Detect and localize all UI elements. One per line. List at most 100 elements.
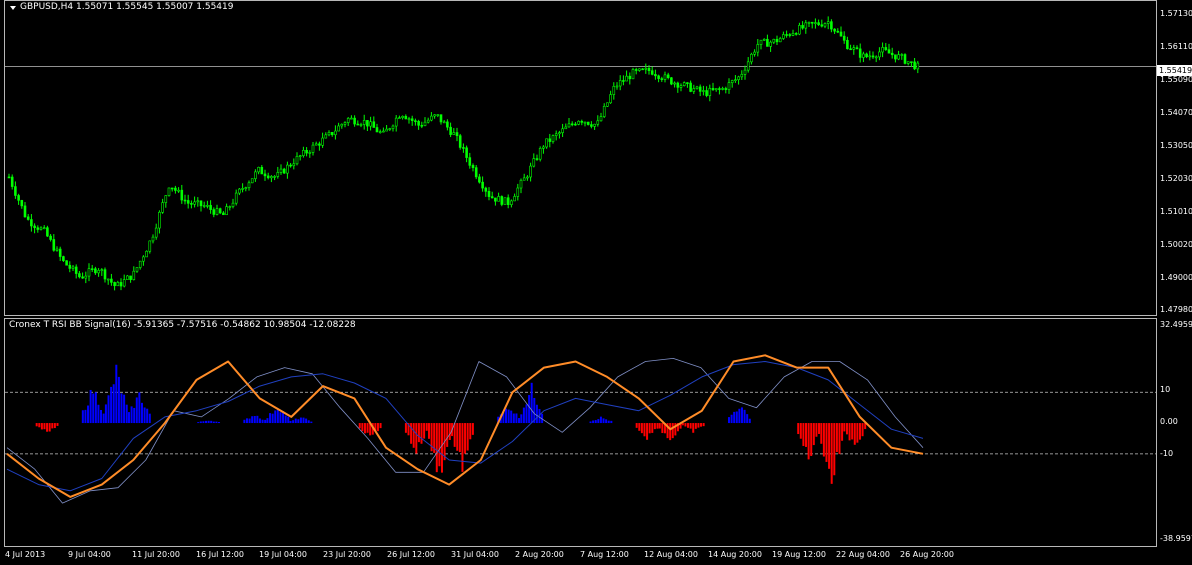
candle-body xyxy=(542,146,545,149)
candle-body xyxy=(766,38,769,47)
candle-body xyxy=(394,117,398,127)
histogram-bar xyxy=(589,421,592,424)
candle-body xyxy=(740,74,744,78)
candle-body xyxy=(702,90,705,92)
candle-body xyxy=(737,76,740,80)
histogram-bar xyxy=(284,415,287,424)
candle-body xyxy=(452,132,456,135)
histogram-bar xyxy=(279,412,282,424)
candle-body xyxy=(52,239,56,251)
candle-body xyxy=(510,200,513,205)
histogram-bar xyxy=(520,414,523,424)
histogram-bar xyxy=(207,420,210,424)
candle-body xyxy=(807,21,811,24)
price-axis-label: 1.57130 xyxy=(1160,9,1192,18)
price-axis-label: 1.54070 xyxy=(1160,108,1192,117)
histogram-bar xyxy=(697,423,700,428)
histogram-bar xyxy=(833,423,836,476)
candle-body xyxy=(730,80,734,83)
candle-body xyxy=(676,82,680,88)
candle-body xyxy=(756,44,760,53)
time-axis-label: 26 Jul 12:00 xyxy=(387,550,435,559)
histogram-bar xyxy=(89,389,92,424)
histogram-bar xyxy=(404,423,407,433)
histogram-bar xyxy=(810,423,813,457)
candle-body xyxy=(679,85,683,88)
candle-body xyxy=(71,266,75,269)
time-axis-label: 2 Aug 20:00 xyxy=(515,550,564,559)
histogram-bar xyxy=(35,423,38,427)
candle-body xyxy=(234,192,238,204)
candle-body xyxy=(177,189,180,192)
histogram-bar xyxy=(135,397,138,424)
candle-body xyxy=(609,94,612,104)
candle-body xyxy=(218,208,222,214)
histogram-bar xyxy=(297,419,300,424)
histogram-bar xyxy=(376,423,379,432)
time-axis-label: 9 Jul 04:00 xyxy=(68,550,111,559)
candle-body xyxy=(628,75,632,80)
candle-body xyxy=(372,121,376,128)
histogram-bar xyxy=(215,421,218,424)
candle-body xyxy=(305,150,308,154)
candle-body xyxy=(391,125,395,129)
candle-body xyxy=(484,187,488,192)
histogram-bar xyxy=(266,418,269,424)
histogram-bar xyxy=(94,392,97,424)
candle-body xyxy=(378,131,382,133)
candle-body xyxy=(548,138,552,142)
histogram-bar xyxy=(258,418,261,424)
histogram-bar xyxy=(127,412,130,424)
candle-body xyxy=(478,176,481,183)
candle-body xyxy=(497,196,500,202)
candle-body xyxy=(343,122,347,125)
candle-body xyxy=(615,85,619,88)
candle-body xyxy=(145,250,148,258)
candle-body xyxy=(206,205,209,207)
histogram-bar xyxy=(689,423,692,429)
candle-body xyxy=(682,82,686,86)
histogram-bar xyxy=(515,413,518,424)
candle-body xyxy=(449,126,452,135)
candle-body xyxy=(746,61,750,71)
candle-body xyxy=(369,121,372,127)
candle-body xyxy=(158,211,161,229)
histogram-bar xyxy=(38,423,41,428)
candle-body xyxy=(14,186,17,196)
candle-body xyxy=(641,68,644,71)
candle-body xyxy=(481,181,484,189)
histogram-bar xyxy=(435,423,438,473)
candle-body xyxy=(30,219,33,227)
histogram-bar xyxy=(143,407,146,424)
time-axis-label: 12 Aug 04:00 xyxy=(644,550,698,559)
histogram-bar xyxy=(84,409,87,424)
candle-body xyxy=(334,130,337,136)
price-chart-pane[interactable]: GBPUSD,H4 1.55071 1.55545 1.55007 1.5541… xyxy=(4,0,1157,316)
candle-body xyxy=(842,35,846,41)
candle-body xyxy=(663,74,667,80)
candle-body xyxy=(110,278,113,283)
candle-body xyxy=(532,158,536,167)
candle-body xyxy=(190,203,193,205)
candle-body xyxy=(135,267,139,272)
candle-body xyxy=(689,82,692,92)
histogram-bar xyxy=(410,423,413,444)
histogram-bar xyxy=(845,423,848,435)
histogram-bar xyxy=(361,423,364,432)
candle-body xyxy=(586,121,590,125)
histogram-bar xyxy=(743,409,746,424)
indicator-pane[interactable]: Cronex T RSI BB Signal(16) -5.91365 -7.5… xyxy=(4,318,1157,547)
candle-body xyxy=(801,25,804,29)
histogram-bar xyxy=(87,405,90,424)
candle-body xyxy=(474,167,478,178)
histogram-bar xyxy=(453,423,456,447)
candle-body xyxy=(564,126,568,130)
candle-body xyxy=(186,200,190,204)
histogram-bar xyxy=(104,404,107,424)
histogram-bar xyxy=(828,423,831,469)
price-axis-label: 1.49000 xyxy=(1160,273,1192,282)
price-axis-label: 1.53050 xyxy=(1160,141,1192,150)
candle-body xyxy=(535,158,539,160)
candle-body xyxy=(238,188,241,194)
histogram-bar xyxy=(81,410,84,424)
